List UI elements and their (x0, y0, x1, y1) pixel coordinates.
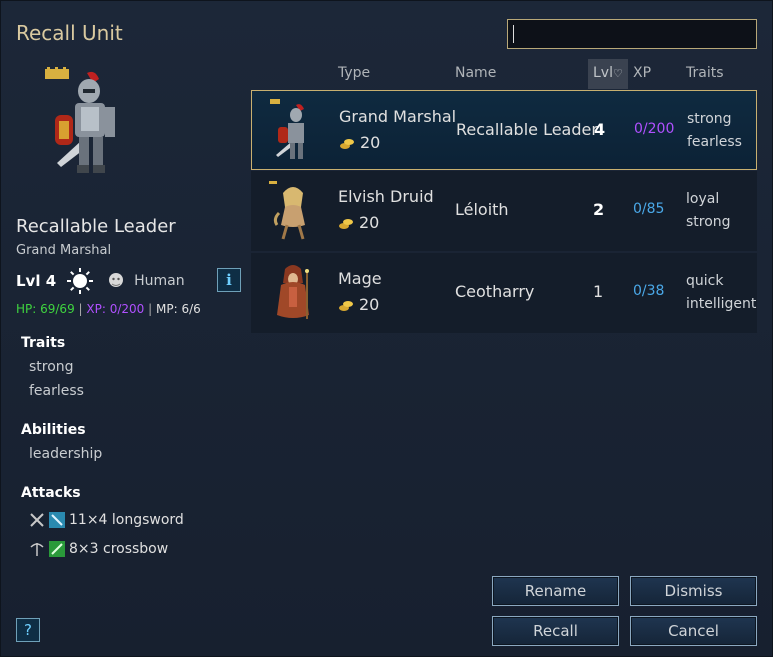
column-header-type[interactable]: Type (338, 65, 370, 81)
grand-marshal-sprite (270, 99, 304, 159)
help-button[interactable]: ? (16, 618, 40, 642)
unit-portrait (45, 67, 115, 173)
row-trait: strong (686, 214, 731, 230)
row-xp: 0/85 (633, 201, 665, 217)
row-cost-value: 20 (359, 213, 380, 232)
dismiss-button[interactable]: Dismiss (630, 576, 757, 606)
row-cost-value: 20 (360, 133, 381, 152)
row-xp: 0/38 (633, 283, 665, 299)
trait-item: strong (29, 359, 74, 375)
row-cost: 20 (339, 133, 380, 152)
column-header-name[interactable]: Name (455, 65, 496, 81)
row-traits: loyal strong (686, 188, 731, 234)
rename-button[interactable]: Rename (492, 576, 619, 606)
attack-label: 8×3 crossbow (69, 541, 169, 557)
row-trait: intelligent (686, 296, 757, 312)
info-button[interactable]: i (217, 268, 241, 292)
row-cost: 20 (338, 295, 379, 314)
row-name: Léloith (455, 200, 509, 219)
unit-row-selected[interactable]: Grand Marshal 20 Recallable Leader 4 0/2… (251, 90, 757, 170)
row-traits: quick intelligent (686, 270, 756, 316)
unit-row[interactable]: Elvish Druid 20 Léloith 2 0/85 loyal str… (251, 171, 757, 251)
row-trait: quick (686, 273, 724, 289)
recall-button[interactable]: Recall (492, 616, 619, 646)
row-cost-value: 20 (359, 295, 380, 314)
row-cost: 20 (338, 213, 379, 232)
row-type: Grand Marshal (339, 107, 457, 126)
dialog-title: Recall Unit (16, 21, 123, 45)
column-header-traits[interactable]: Traits (686, 65, 724, 81)
unit-stats: HP: 69/69 | XP: 0/200 | MP: 6/6 (16, 302, 201, 316)
level-row: Lvl 4 Human (16, 267, 185, 295)
unit-name: Recallable Leader (16, 216, 176, 237)
row-level: 4 (594, 120, 606, 139)
cancel-button[interactable]: Cancel (630, 616, 757, 646)
unit-type: Grand Marshal (16, 243, 112, 258)
crossbow-icon (30, 543, 44, 556)
column-header-level-label: Lvl (593, 65, 613, 81)
mp-stat: MP: 6/6 (156, 302, 201, 316)
text-caret (513, 25, 514, 43)
column-header-level[interactable]: Lvl♡ (588, 59, 628, 89)
xp-stat: XP: 0/200 (86, 302, 145, 316)
traits-heading: Traits (21, 335, 66, 351)
search-box[interactable] (507, 19, 757, 49)
recall-dialog: Recall Unit Recallable Leader Grand Mars… (0, 0, 773, 657)
row-xp: 0/200 (634, 121, 675, 137)
attack-item: 11×4 longsword (29, 512, 184, 528)
column-header-xp[interactable]: XP (633, 65, 651, 81)
sword-icon (30, 513, 44, 527)
unit-level: Lvl 4 (16, 272, 57, 290)
unit-row[interactable]: Mage 20 Ceotharry 1 0/38 quick intellige… (251, 253, 757, 333)
attack-item: 8×3 crossbow (29, 541, 168, 557)
stat-separator: | (78, 302, 83, 316)
hp-stat: HP: 69/69 (16, 302, 75, 316)
row-trait: strong (687, 111, 732, 127)
human-race-icon (109, 273, 124, 287)
row-trait: loyal (686, 191, 720, 207)
pierce-icon (49, 541, 65, 557)
row-name: Recallable Leader (456, 120, 598, 139)
attack-label: 11×4 longsword (69, 512, 184, 528)
abilities-heading: Abilities (21, 422, 86, 438)
row-level: 2 (593, 200, 605, 219)
gold-coins-icon (340, 138, 354, 149)
row-name: Ceotharry (455, 282, 535, 301)
gold-coins-icon (339, 218, 353, 229)
trait-item: fearless (29, 383, 84, 399)
lawful-sun-icon (67, 268, 94, 294)
row-type: Mage (338, 269, 382, 288)
ability-item: leadership (29, 446, 103, 462)
blade-icon (49, 512, 65, 528)
row-traits: strong fearless (687, 108, 742, 154)
row-type: Elvish Druid (338, 187, 434, 206)
gold-coins-icon (339, 300, 353, 311)
row-trait: fearless (687, 134, 742, 150)
sort-indicator-icon: ♡ (612, 67, 623, 80)
unit-race: Human (134, 273, 185, 289)
search-input[interactable] (508, 20, 756, 48)
mage-sprite (277, 265, 309, 319)
attacks-heading: Attacks (21, 485, 81, 501)
row-level: 1 (593, 282, 604, 301)
elvish-druid-sprite (269, 181, 305, 240)
stat-separator: | (148, 302, 153, 316)
